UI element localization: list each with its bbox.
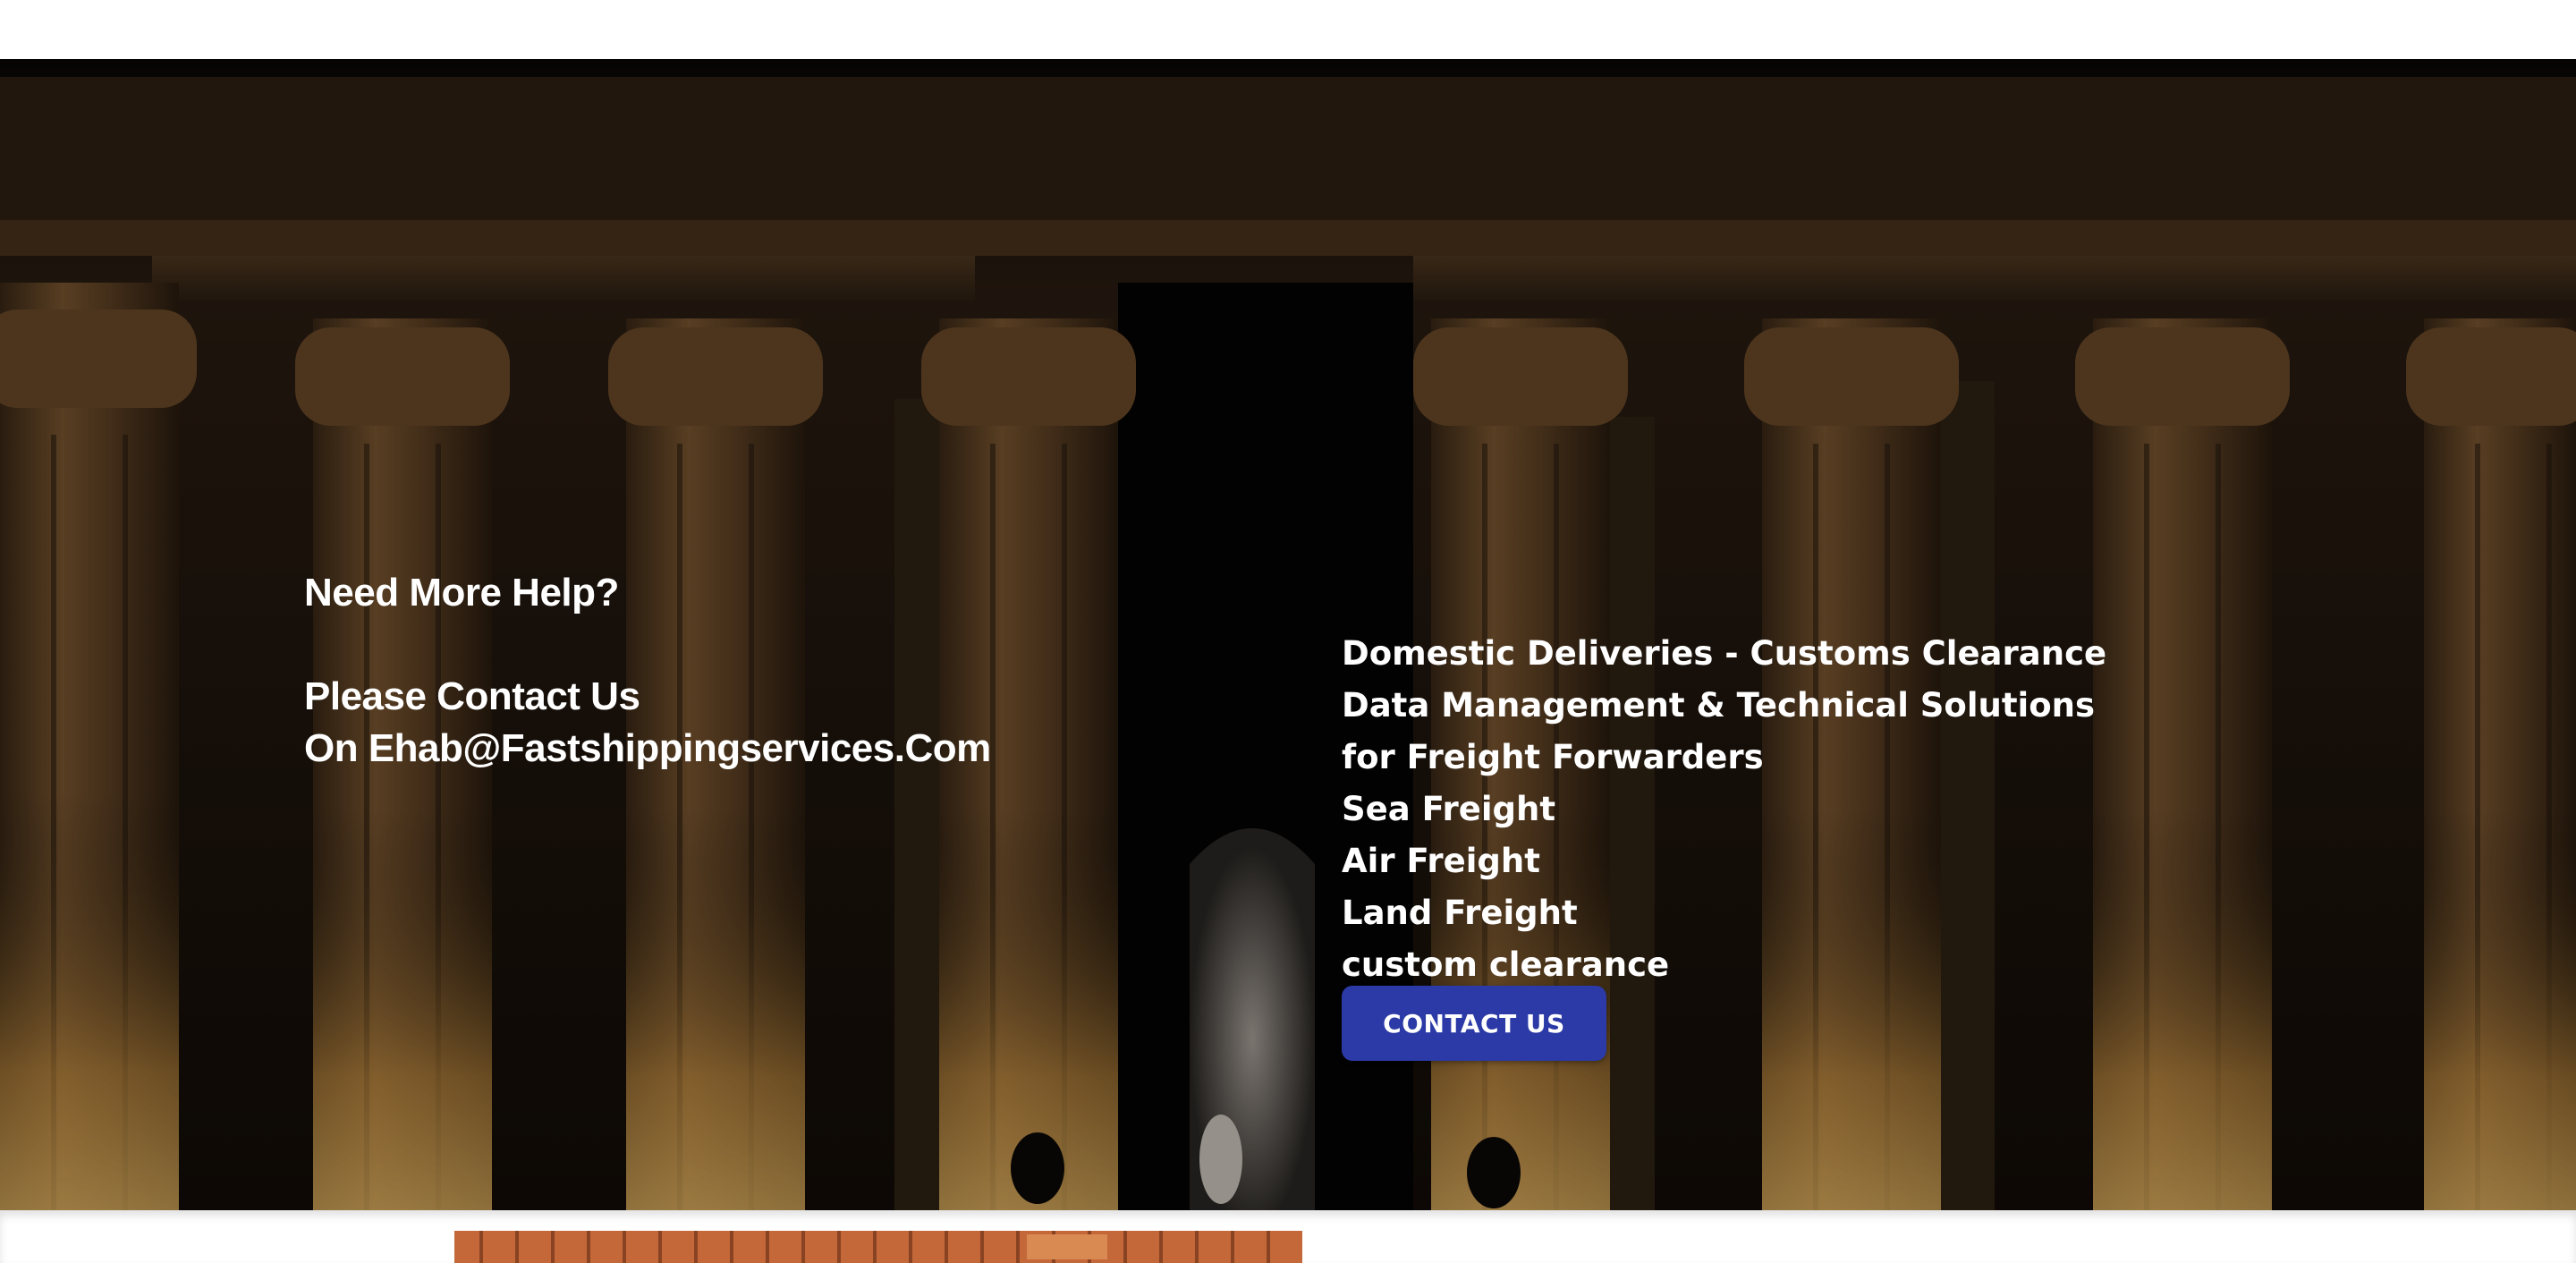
help-contact-line-1: Please Contact Us [304,674,640,718]
shipping-containers-image [454,1231,1302,1263]
bottom-section [0,1210,2576,1263]
service-item-air-freight: Air Freight [1342,842,1540,880]
help-contact-email: On Ehab@Fastshippingservices.Com [304,726,991,770]
help-spacer [304,619,1109,671]
hero-section: Need More Help? Please Contact Us On Eha… [0,59,2576,1210]
service-item-sea-freight: Sea Freight [1342,790,1556,828]
page: Need More Help? Please Contact Us On Eha… [0,0,2576,1263]
services-block: Domestic Deliveries - Customs Clearance … [1342,628,2129,991]
service-item-custom-clearance: custom clearance [1342,945,1670,984]
contact-us-button[interactable]: CONTACT US [1342,986,1606,1061]
help-block: Need More Help? Please Contact Us On Eha… [304,567,1109,775]
services-intro: Domestic Deliveries - Customs Clearance … [1342,634,2107,776]
top-bar [0,0,2576,59]
help-heading: Need More Help? [304,571,619,615]
service-item-land-freight: Land Freight [1342,894,1578,932]
